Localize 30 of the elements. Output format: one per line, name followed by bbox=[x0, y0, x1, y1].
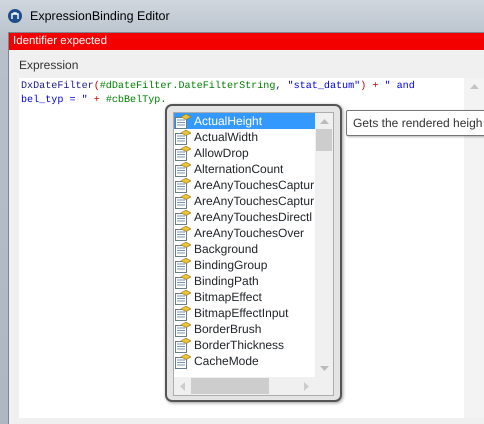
scroll-down-icon[interactable] bbox=[320, 366, 329, 371]
scroll-up-icon[interactable] bbox=[470, 84, 478, 89]
app-icon bbox=[8, 9, 22, 23]
completion-item[interactable]: BorderBrush bbox=[174, 321, 316, 337]
scroll-thumb[interactable] bbox=[191, 378, 269, 394]
completion-item[interactable]: AreAnyTouchesDirectl bbox=[174, 209, 316, 225]
completion-item[interactable]: BitmapEffect bbox=[174, 289, 316, 305]
completion-item[interactable]: AreAnyTouchesOver bbox=[174, 225, 316, 241]
completion-item[interactable]: AlternationCount bbox=[174, 161, 316, 177]
completion-item[interactable]: BindingGroup bbox=[174, 257, 316, 273]
scroll-up-icon[interactable] bbox=[320, 119, 329, 124]
horizontal-scrollbar[interactable] bbox=[174, 377, 333, 395]
scroll-right-icon[interactable] bbox=[304, 382, 309, 390]
completion-item[interactable]: AreAnyTouchesCaptur bbox=[174, 177, 316, 193]
completion-item[interactable]: BindingPath bbox=[174, 273, 316, 289]
tooltip: Gets the rendered heigh bbox=[346, 110, 484, 136]
scroll-thumb[interactable] bbox=[316, 129, 332, 151]
vertical-scrollbar[interactable] bbox=[315, 113, 333, 377]
completion-item[interactable]: ActualWidth bbox=[174, 129, 316, 145]
scroll-left-icon[interactable] bbox=[180, 382, 185, 390]
completion-item[interactable]: BitmapEffectInput bbox=[174, 305, 316, 321]
expression-text[interactable]: DxDateFilter(#dDateFilter.DateFilterString, "stat_datum") + " and bel_typ = " + #cbBelTyp. bbox=[21, 80, 415, 108]
completion-item[interactable]: Background bbox=[174, 241, 316, 257]
error-message: Identifier expected bbox=[9, 33, 484, 50]
completion-item[interactable]: AllowDrop bbox=[174, 145, 316, 161]
section-label: Expression bbox=[18, 57, 80, 74]
completion-item[interactable]: AreAnyTouchesCaptur bbox=[174, 193, 316, 209]
window-title: ExpressionBinding Editor bbox=[30, 8, 170, 25]
completion-item[interactable]: CacheMode bbox=[174, 353, 316, 369]
completion-item[interactable]: BorderThickness bbox=[174, 337, 316, 353]
